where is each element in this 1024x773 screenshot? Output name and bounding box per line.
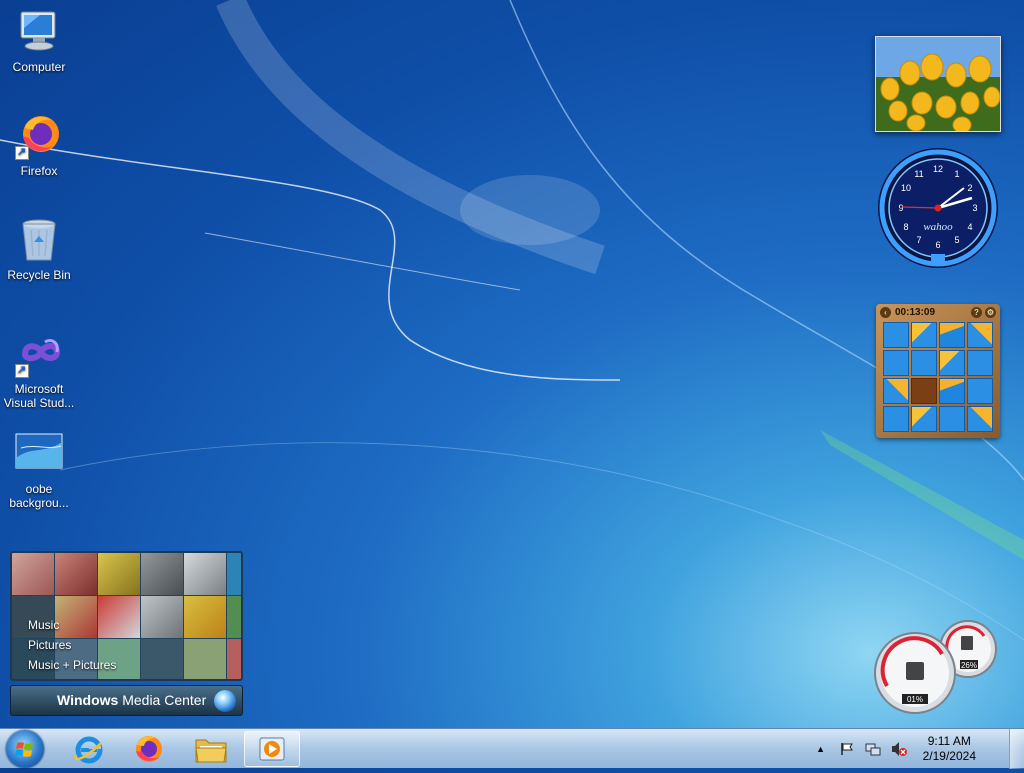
taskbar: ▲ 9:11 AM 2/19/2024	[0, 728, 1024, 769]
memory-usage-value: 26%	[961, 661, 977, 670]
clock-numeral-9: 9	[898, 203, 903, 213]
slideshow-gadget[interactable]	[875, 36, 1001, 134]
shortcut-arrow-icon	[15, 363, 29, 378]
volume-muted-icon[interactable]	[891, 741, 907, 757]
shortcut-arrow-icon	[15, 145, 29, 160]
puzzle-tile[interactable]	[967, 350, 993, 376]
puzzle-tile[interactable]	[883, 378, 909, 404]
clock-numeral-6: 6	[935, 240, 940, 250]
puzzle-tile[interactable]	[967, 322, 993, 348]
puzzle-solve-button[interactable]: ⚙	[985, 306, 996, 318]
media-center-launch-bar[interactable]: Windows Media Center	[10, 685, 243, 716]
wmc-menu-pictures[interactable]: Pictures	[28, 635, 116, 655]
clock-numeral-2: 2	[967, 183, 972, 193]
firefox-icon	[15, 112, 63, 160]
puzzle-timer: 00:13:09	[895, 306, 936, 318]
taskbar-firefox[interactable]	[121, 731, 177, 767]
desktop-icon-label: Microsoft Visual Stud...	[3, 382, 75, 410]
puzzle-help-button[interactable]: ?	[971, 306, 982, 318]
puzzle-tile[interactable]	[883, 406, 909, 432]
puzzle-tile[interactable]	[911, 350, 937, 376]
windows-logo-icon	[15, 742, 33, 757]
wmc-brand-light: Media Center	[122, 692, 207, 708]
puzzle-tile[interactable]	[939, 322, 965, 348]
clock-numeral-5: 5	[954, 235, 959, 245]
media-center-panel: Music Pictures Music + Pictures	[10, 551, 243, 681]
puzzle-back-button[interactable]: ‹	[880, 306, 891, 318]
folder-icon	[195, 739, 227, 763]
clock-date: 2/19/2024	[922, 749, 976, 763]
visual-studio-icon	[15, 330, 63, 378]
wmc-menu-music[interactable]: Music	[28, 615, 116, 635]
desktop-icon-label: oobe backgrou...	[9, 482, 69, 510]
puzzle-empty-slot	[911, 378, 937, 404]
clock-gadget[interactable]: 12 1 2 3 4 5 6 7 8 9 10 11 wahoo	[876, 146, 1000, 270]
system-tray: ▲ 9:11 AM 2/19/2024	[813, 729, 976, 769]
desktop-icon-recycle-bin[interactable]: Recycle Bin	[1, 216, 77, 282]
desktop-icon-computer[interactable]: Computer	[1, 8, 77, 74]
cpu-usage-value: 01%	[907, 695, 923, 704]
taskbar-file-explorer[interactable]	[183, 731, 239, 767]
clock-brand: wahoo	[923, 221, 953, 233]
taskbar-media-player[interactable]	[244, 731, 300, 767]
desktop-icon-oobe-background[interactable]: oobe backgrou...	[1, 430, 77, 510]
puzzle-tile[interactable]	[967, 378, 993, 404]
wmc-menu-music-pictures[interactable]: Music + Pictures	[28, 655, 116, 675]
puzzle-tile[interactable]	[883, 350, 909, 376]
wmc-brand-bold: Windows	[57, 692, 119, 708]
puzzle-grid	[883, 322, 993, 432]
clock-time: 9:11 AM	[927, 734, 971, 748]
puzzle-tile[interactable]	[883, 322, 909, 348]
clock-numeral-1: 1	[954, 169, 959, 179]
clock-numeral-3: 3	[972, 203, 977, 213]
show-desktop-button[interactable]	[1009, 729, 1024, 769]
recycle-bin-icon	[15, 216, 63, 264]
puzzle-tile[interactable]	[967, 406, 993, 432]
desktop-icon-firefox[interactable]: Firefox	[1, 112, 77, 178]
media-center-gadget[interactable]: Music Pictures Music + Pictures Windows …	[10, 551, 243, 716]
puzzle-tile[interactable]	[939, 378, 965, 404]
desktop-icon-label: Computer	[12, 60, 66, 74]
show-hidden-icons-button[interactable]: ▲	[813, 741, 829, 757]
clock-numeral-11: 11	[914, 169, 923, 179]
start-button[interactable]	[6, 730, 44, 768]
computer-icon	[15, 8, 63, 56]
image-file-icon	[15, 430, 63, 478]
internet-explorer-icon	[74, 736, 103, 764]
clock-numeral-7: 7	[916, 235, 921, 245]
desktop-icon-label: Firefox	[20, 164, 58, 178]
desktop-icon-visual-studio[interactable]: Microsoft Visual Stud...	[1, 330, 77, 410]
puzzle-tile[interactable]	[911, 322, 937, 348]
media-player-icon	[259, 737, 285, 761]
tulips-photo	[876, 37, 1001, 134]
puzzle-tile[interactable]	[939, 350, 965, 376]
clock-numeral-8: 8	[903, 222, 908, 232]
clock-numeral-12: 12	[933, 164, 943, 174]
cpu-meter-gadget[interactable]: 26% 01%	[872, 618, 1002, 716]
desktop-icon-label: Recycle Bin	[7, 268, 71, 282]
taskbar-internet-explorer[interactable]	[61, 731, 117, 767]
firefox-icon	[136, 736, 162, 762]
puzzle-tile[interactable]	[939, 406, 965, 432]
taskbar-clock[interactable]: 9:11 AM 2/19/2024	[923, 734, 976, 764]
action-center-flag-icon[interactable]	[839, 741, 855, 757]
picture-puzzle-gadget[interactable]: ‹ 00:13:09 ? ⚙	[876, 304, 1000, 438]
puzzle-tile[interactable]	[911, 406, 937, 432]
clock-numeral-10: 10	[901, 183, 911, 193]
windows-logo-icon	[214, 690, 236, 712]
network-icon[interactable]	[865, 741, 881, 757]
clock-numeral-4: 4	[967, 222, 972, 232]
